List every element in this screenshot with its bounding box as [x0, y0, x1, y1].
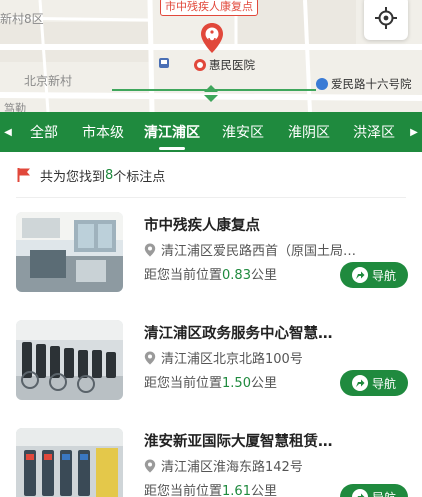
item-address: 清江浦区淮海东路142号	[161, 460, 303, 475]
navigate-icon	[351, 489, 368, 497]
locate-button[interactable]	[364, 0, 408, 40]
selected-poi-callout[interactable]: 市中残疾人康复点	[160, 0, 258, 16]
item-photo	[16, 212, 123, 292]
scroll-left-icon[interactable]: ◀	[0, 112, 16, 152]
location-pin-icon	[144, 459, 156, 472]
navigate-button[interactable]: 导航	[340, 262, 408, 288]
distance-unit: 公里	[250, 268, 277, 283]
navigate-icon	[351, 267, 368, 283]
tab-city-level[interactable]: 市本级	[72, 112, 134, 152]
result-prefix: 共为您找到	[40, 169, 106, 185]
location-pin-icon	[144, 243, 156, 256]
location-pin-icon	[144, 351, 156, 364]
map-label-district: 新村8区	[0, 12, 44, 26]
item-address-row: 清江浦区北京北路100号	[144, 348, 303, 367]
tab-huaian[interactable]: 淮安区	[210, 112, 276, 152]
item-address-row: 清江浦区爱民路西首（原国土局…	[144, 240, 356, 259]
item-title: 市中残疾人康复点	[144, 218, 260, 234]
distance-prefix: 距您当前位置	[144, 268, 223, 283]
street-poi[interactable]: 爱民路十六号院	[316, 76, 412, 92]
item-title: 淮安新亚国际大厦智慧租赁…	[144, 434, 333, 450]
item-address: 清江浦区北京北路100号	[161, 352, 303, 367]
bus-stop-icon	[159, 58, 169, 68]
tab-all[interactable]: 全部	[16, 112, 72, 152]
tab-huaiyin[interactable]: 淮阴区	[276, 112, 342, 152]
crosshair-icon	[375, 7, 397, 29]
distance-unit: 公里	[250, 376, 277, 391]
hospital-poi[interactable]: 惠民医院	[194, 57, 255, 73]
distance-value: 1.61	[222, 484, 251, 497]
list-item[interactable]: 市中残疾人康复点 清江浦区爱民路西首（原国土局… 距您当前位置0.83公里 导航	[16, 212, 408, 296]
navigate-button[interactable]: 导航	[340, 484, 408, 497]
tab-hongze[interactable]: 洪泽区	[342, 112, 406, 152]
distance-prefix: 距您当前位置	[144, 376, 223, 391]
distance-unit: 公里	[250, 484, 277, 497]
distance-value: 1.50	[222, 376, 251, 391]
navigate-label: 导航	[371, 376, 396, 391]
panel-drag-handle[interactable]	[108, 84, 314, 112]
flag-icon	[17, 168, 30, 182]
result-summary: 共为您找到 8 个标注点	[0, 152, 422, 198]
distance-prefix: 距您当前位置	[144, 484, 223, 497]
map-label-community: 北京新村	[24, 74, 73, 88]
navigate-button[interactable]: 导航	[340, 370, 408, 396]
tab-qingjiangpu[interactable]: 清江浦区	[134, 112, 210, 152]
map-view[interactable]: 新村8区 北京新村 笃勤 市中残疾人康复点 惠民医院 爱民路十六号院	[0, 0, 422, 112]
list-item[interactable]: 清江浦区政务服务中心智慧… 清江浦区北京北路100号 距您当前位置1.50公里 …	[16, 320, 408, 404]
place-icon	[316, 78, 328, 90]
poi-marker-icon[interactable]	[200, 22, 224, 54]
navigate-label: 导航	[372, 489, 396, 497]
item-distance: 距您当前位置1.50公里	[144, 372, 277, 391]
hospital-icon	[194, 59, 206, 71]
result-suffix: 个标注点	[113, 169, 166, 185]
hospital-label: 惠民医院	[209, 58, 255, 72]
item-title: 清江浦区政务服务中心智慧…	[144, 326, 333, 342]
item-distance: 距您当前位置1.61公里	[144, 480, 277, 497]
map-label-partial: 笃勤	[4, 102, 26, 112]
divider	[16, 197, 406, 198]
distance-value: 0.83	[222, 268, 251, 283]
list-item[interactable]: 淮安新亚国际大厦智慧租赁… 清江浦区淮海东路142号 距您当前位置1.61公里 …	[16, 428, 408, 497]
street-label: 爱民路十六号院	[331, 77, 412, 91]
scroll-right-icon[interactable]: ▶	[406, 112, 422, 152]
navigate-icon	[351, 375, 368, 391]
navigate-label: 导航	[371, 268, 396, 283]
result-count: 8	[105, 167, 114, 183]
district-tab-bar: ◀ 全部 市本级 清江浦区 淮安区 淮阴区 洪泽区 ▶	[0, 112, 422, 152]
item-address: 清江浦区爱民路西首（原国土局…	[161, 244, 357, 259]
item-photo	[16, 428, 123, 497]
item-photo	[16, 320, 123, 400]
item-address-row: 清江浦区淮海东路142号	[144, 456, 303, 475]
item-distance: 距您当前位置0.83公里	[144, 264, 277, 283]
